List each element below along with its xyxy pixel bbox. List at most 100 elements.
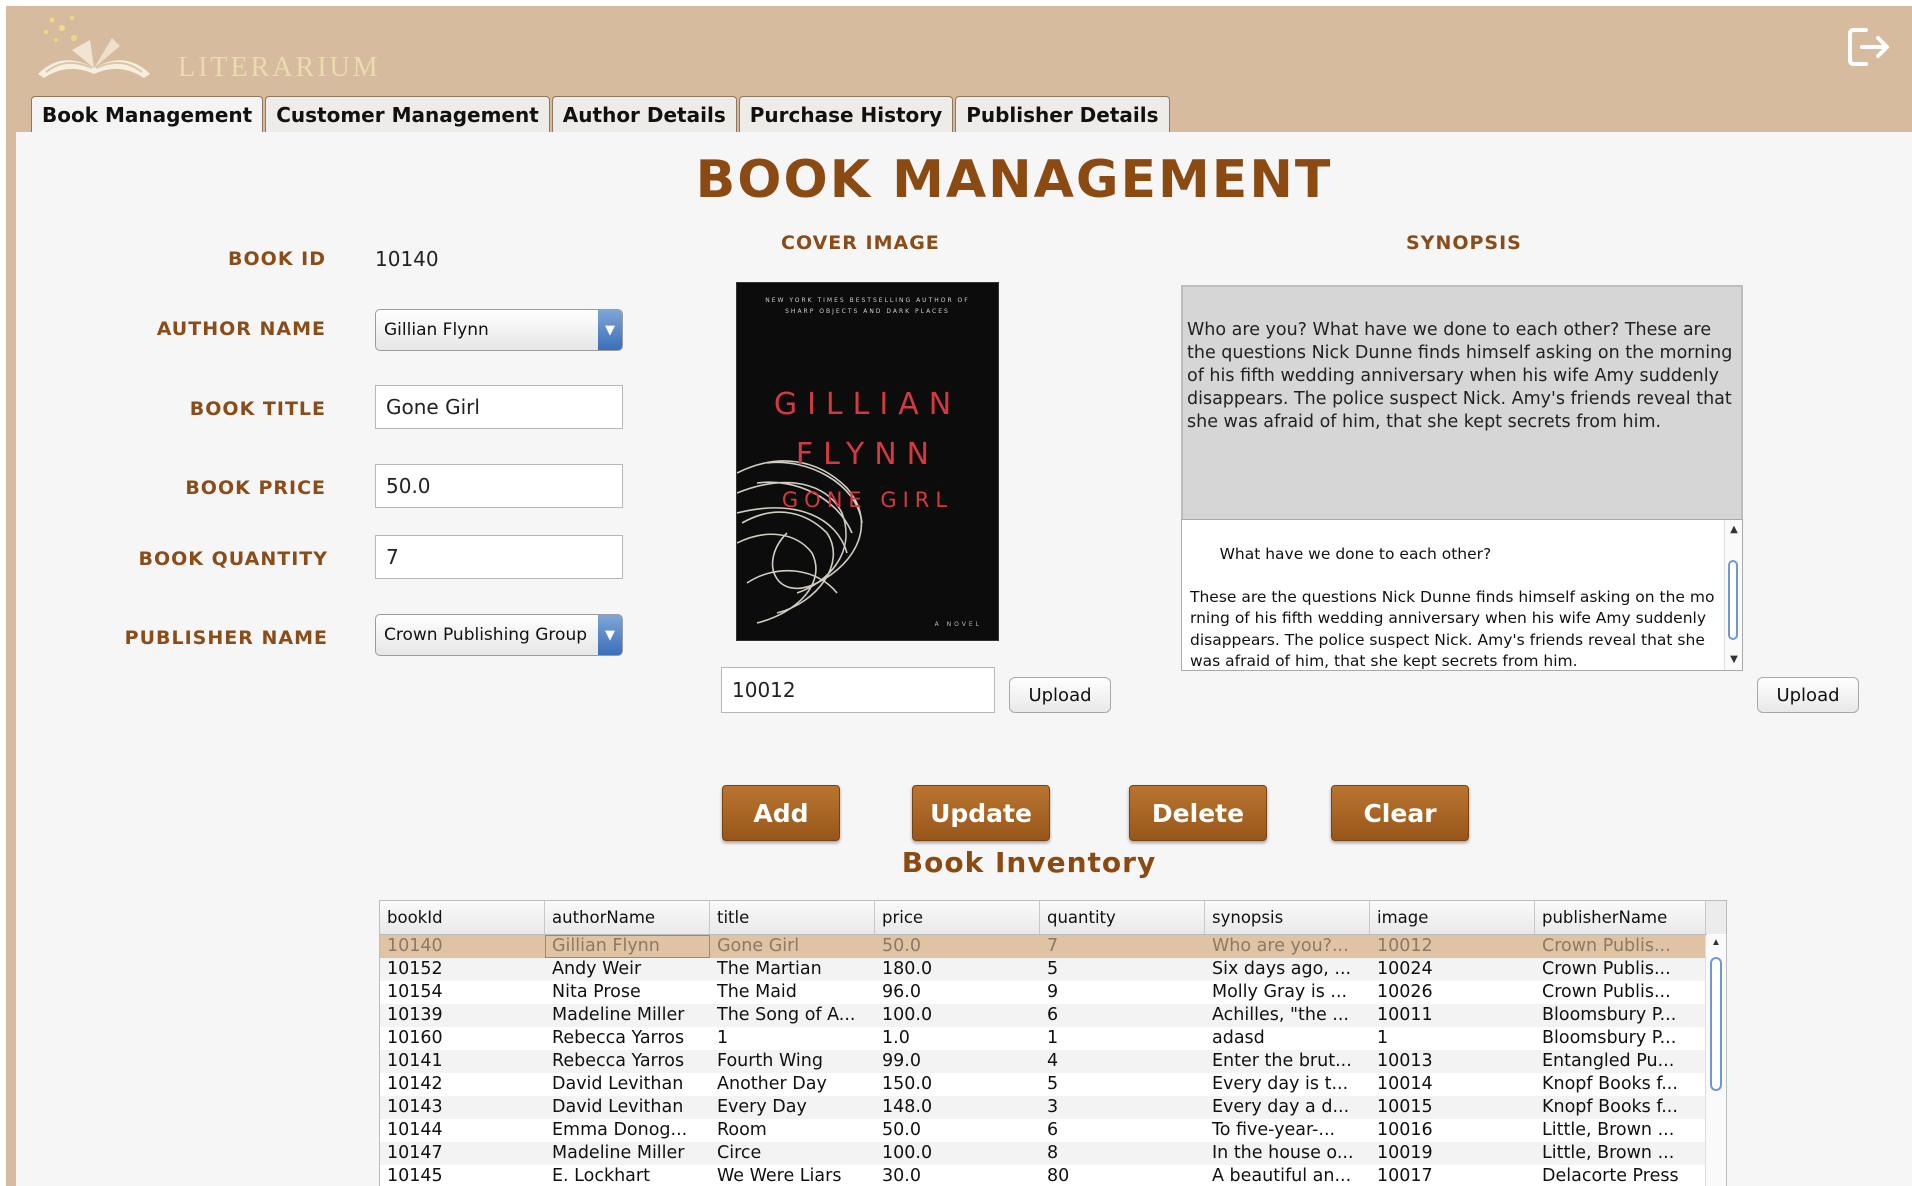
table-row[interactable]: 10160 Rebecca Yarros 1 1.0 1 adasd 1 Bloomsbury…: [380, 1027, 1707, 1050]
table-cell-quantity[interactable]: 1: [1040, 1027, 1205, 1050]
table-cell-authorName[interactable]: David Levithan: [545, 1073, 710, 1096]
table-cell-synopsis[interactable]: adasd: [1205, 1027, 1370, 1050]
table-row[interactable]: 10142 David Levithan Another Day 150.0 5 Ever…: [380, 1073, 1707, 1096]
table-cell-price[interactable]: 150.0: [875, 1073, 1040, 1096]
table-cell-price[interactable]: 99.0: [875, 1050, 1040, 1073]
tab-publisher-details[interactable]: Publisher Details: [955, 96, 1170, 132]
column-header[interactable]: price: [875, 901, 1040, 934]
publisher-name-dropdown[interactable]: Crown Publishing Group ▼: [375, 614, 623, 656]
column-header[interactable]: synopsis: [1205, 901, 1370, 934]
tab-book-management[interactable]: Book Management: [31, 96, 264, 132]
table-cell-bookId[interactable]: 10152: [380, 958, 545, 981]
table-cell-quantity[interactable]: 5: [1040, 1073, 1205, 1096]
table-cell-price[interactable]: 50.0: [875, 1119, 1040, 1142]
table-cell-image[interactable]: 10013: [1370, 1050, 1535, 1073]
table-cell-title[interactable]: Gone Girl: [710, 935, 875, 958]
cover-image-id-input[interactable]: 10012: [721, 667, 995, 713]
table-row[interactable]: 10139 Madeline Miller The Song of A... 100.…: [380, 1004, 1707, 1027]
synopsis-upload-button[interactable]: Upload: [1757, 677, 1859, 713]
table-cell-price[interactable]: 100.0: [875, 1142, 1040, 1165]
logout-button[interactable]: [1844, 22, 1894, 72]
table-cell-bookId[interactable]: 10147: [380, 1142, 545, 1165]
table-cell-authorName[interactable]: Rebecca Yarros: [545, 1027, 710, 1050]
table-cell-image[interactable]: 10014: [1370, 1073, 1535, 1096]
table-cell-quantity[interactable]: 4: [1040, 1050, 1205, 1073]
table-row[interactable]: 10147 Madeline Miller Circe 100.0 8 In the ho…: [380, 1142, 1707, 1165]
tab-author-details[interactable]: Author Details: [551, 96, 737, 132]
table-scrollbar[interactable]: ▲: [1705, 935, 1726, 1186]
table-cell-authorName[interactable]: David Levithan: [545, 1096, 710, 1119]
table-cell-authorName[interactable]: Gillian Flynn: [545, 935, 710, 958]
table-cell-publisherName[interactable]: Crown Publis...: [1535, 958, 1707, 981]
table-cell-quantity[interactable]: 3: [1040, 1096, 1205, 1119]
table-cell-publisherName[interactable]: Bloomsbury P...: [1535, 1027, 1707, 1050]
table-cell-quantity[interactable]: 7: [1040, 935, 1205, 958]
table-cell-image[interactable]: 10012: [1370, 935, 1535, 958]
table-cell-publisherName[interactable]: Little, Brown ...: [1535, 1142, 1707, 1165]
table-cell-publisherName[interactable]: Entangled Pu...: [1535, 1050, 1707, 1073]
column-header[interactable]: publisherName: [1535, 901, 1707, 934]
table-cell-synopsis[interactable]: In the house o...: [1205, 1142, 1370, 1165]
table-cell-publisherName[interactable]: Delacorte Press: [1535, 1165, 1707, 1186]
column-header[interactable]: quantity: [1040, 901, 1205, 934]
table-cell-publisherName[interactable]: Crown Publis...: [1535, 935, 1707, 958]
table-cell-title[interactable]: Room: [710, 1119, 875, 1142]
tab-purchase-history[interactable]: Purchase History: [738, 96, 954, 132]
add-button[interactable]: Add: [722, 785, 840, 841]
tab-customer-management[interactable]: Customer Management: [265, 96, 550, 132]
table-cell-publisherName[interactable]: Bloomsbury P...: [1535, 1004, 1707, 1027]
table-row[interactable]: 10154 Nita Prose The Maid 96.0 9 Molly Gray i…: [380, 981, 1707, 1004]
table-cell-image[interactable]: 10016: [1370, 1119, 1535, 1142]
table-cell-authorName[interactable]: Madeline Miller: [545, 1004, 710, 1027]
table-row[interactable]: 10141 Rebecca Yarros Fourth Wing 99.0 4 Enter…: [380, 1050, 1707, 1073]
table-cell-synopsis[interactable]: Achilles, "the ...: [1205, 1004, 1370, 1027]
table-cell-price[interactable]: 180.0: [875, 958, 1040, 981]
book-price-input[interactable]: 50.0: [375, 464, 623, 508]
table-cell-price[interactable]: 100.0: [875, 1004, 1040, 1027]
table-cell-quantity[interactable]: 8: [1040, 1142, 1205, 1165]
table-row[interactable]: 10140 Gillian Flynn Gone Girl 50.0 7 Who are …: [380, 935, 1707, 958]
table-row[interactable]: 10152 Andy Weir The Martian 180.0 5 Six days …: [380, 958, 1707, 981]
table-cell-image[interactable]: 10019: [1370, 1142, 1535, 1165]
table-cell-publisherName[interactable]: Knopf Books f...: [1535, 1096, 1707, 1119]
table-cell-synopsis[interactable]: Every day a d...: [1205, 1096, 1370, 1119]
table-row[interactable]: 10144 Emma Donog... Room 50.0 6 To five-year-…: [380, 1119, 1707, 1142]
delete-button[interactable]: Delete: [1129, 785, 1267, 841]
table-cell-title[interactable]: We Were Liars: [710, 1165, 875, 1186]
table-row[interactable]: 10143 David Levithan Every Day 148.0 3 Every …: [380, 1096, 1707, 1119]
table-cell-title[interactable]: Fourth Wing: [710, 1050, 875, 1073]
update-button[interactable]: Update: [912, 785, 1050, 841]
table-cell-quantity[interactable]: 80: [1040, 1165, 1205, 1186]
table-cell-image[interactable]: 10015: [1370, 1096, 1535, 1119]
table-cell-authorName[interactable]: Nita Prose: [545, 981, 710, 1004]
scroll-up-icon[interactable]: ▲: [1725, 522, 1742, 538]
synopsis-scrollbar[interactable]: ▲ ▼: [1724, 520, 1742, 670]
table-cell-quantity[interactable]: 6: [1040, 1004, 1205, 1027]
table-cell-publisherName[interactable]: Knopf Books f...: [1535, 1073, 1707, 1096]
synopsis-textarea[interactable]: What have we done to each other? These a…: [1181, 519, 1743, 671]
table-cell-publisherName[interactable]: Crown Publis...: [1535, 981, 1707, 1004]
table-cell-authorName[interactable]: Rebecca Yarros: [545, 1050, 710, 1073]
cover-upload-button[interactable]: Upload: [1009, 677, 1111, 713]
table-cell-price[interactable]: 148.0: [875, 1096, 1040, 1119]
table-cell-authorName[interactable]: Madeline Miller: [545, 1142, 710, 1165]
table-cell-title[interactable]: Every Day: [710, 1096, 875, 1119]
scroll-thumb[interactable]: [1728, 560, 1738, 640]
table-cell-title[interactable]: Another Day: [710, 1073, 875, 1096]
table-cell-bookId[interactable]: 10144: [380, 1119, 545, 1142]
column-header[interactable]: bookId: [380, 901, 545, 934]
table-cell-publisherName[interactable]: Little, Brown ...: [1535, 1119, 1707, 1142]
table-cell-bookId[interactable]: 10142: [380, 1073, 545, 1096]
table-cell-quantity[interactable]: 6: [1040, 1119, 1205, 1142]
table-cell-title[interactable]: The Song of A...: [710, 1004, 875, 1027]
table-cell-synopsis[interactable]: Every day is t...: [1205, 1073, 1370, 1096]
table-cell-image[interactable]: 10024: [1370, 958, 1535, 981]
scroll-thumb[interactable]: [1710, 957, 1722, 1091]
table-cell-title[interactable]: 1: [710, 1027, 875, 1050]
table-cell-bookId[interactable]: 10145: [380, 1165, 545, 1186]
table-cell-title[interactable]: The Martian: [710, 958, 875, 981]
table-cell-authorName[interactable]: E. Lockhart: [545, 1165, 710, 1186]
table-cell-synopsis[interactable]: Six days ago, ...: [1205, 958, 1370, 981]
column-header[interactable]: authorName: [545, 901, 710, 934]
table-cell-title[interactable]: The Maid: [710, 981, 875, 1004]
